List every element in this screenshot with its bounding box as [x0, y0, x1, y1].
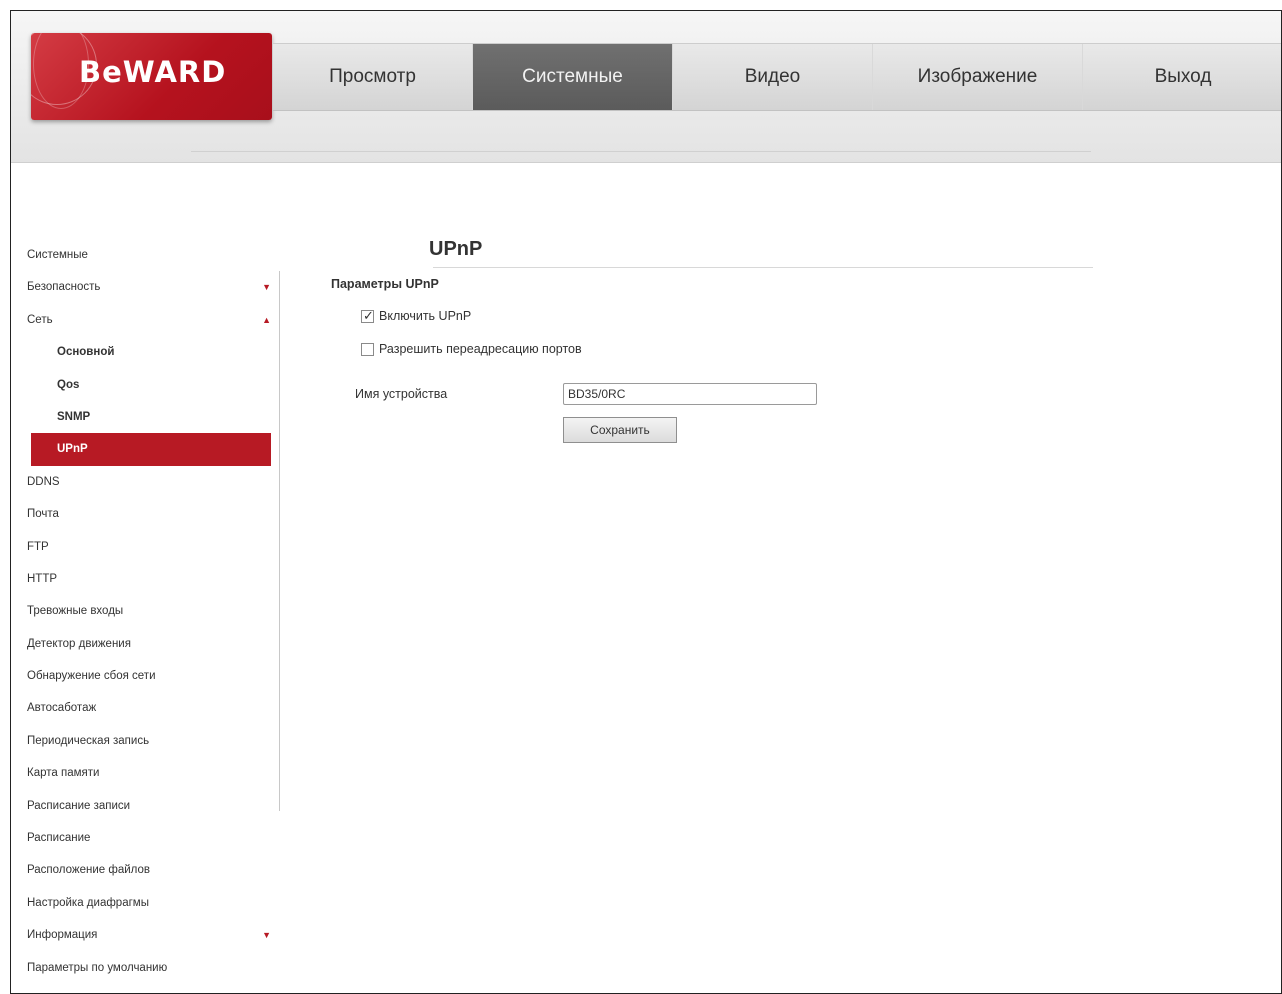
sidebar-item-label: FTP [27, 540, 49, 553]
beward-logo[interactable]: BeWARD [31, 33, 272, 120]
sidebar-item-memory-card[interactable]: Карта памяти [11, 757, 281, 789]
sidebar-item-schedule[interactable]: Расписание [11, 822, 281, 854]
sidebar-item-label: Расположение файлов [27, 864, 150, 877]
sidebar-item-label: UPnP [57, 443, 88, 456]
sidebar-item-label: SNMP [57, 410, 91, 423]
top-nav: Просмотр Системные Видео Изображение Вых… [273, 43, 1281, 111]
tab-system[interactable]: Системные [473, 44, 673, 110]
sidebar-item-label: Системные [27, 249, 88, 261]
sidebar-item-network-failure[interactable]: Обнаружение сбоя сети [11, 660, 281, 692]
logo-text: BeWARD [79, 55, 227, 89]
header: BeWARD Просмотр Системные Видео Изображе… [11, 11, 1281, 163]
sidebar-item-label: DDNS [27, 475, 60, 488]
enable-upnp-row: ✓ Включить UPnP [361, 307, 472, 323]
sidebar-item-defaults[interactable]: Параметры по умолчанию [11, 952, 281, 984]
sidebar-item-ddns[interactable]: DDNS [11, 466, 281, 498]
sidebar-item-label: Qos [57, 378, 80, 391]
sidebar-item-label: HTTP [27, 572, 58, 585]
sidebar-item-label: Обнаружение сбоя сети [27, 670, 156, 683]
sidebar-item-label: Расписание записи [27, 799, 131, 812]
device-name-input[interactable] [563, 383, 817, 405]
section-heading: Параметры UPnP [331, 277, 439, 291]
sidebar-item-qos[interactable]: Qos [11, 369, 281, 401]
chevron-up-icon[interactable]: ▲ [262, 304, 271, 336]
sidebar-item-label: Периодическая запись [27, 734, 150, 747]
sidebar-item-network[interactable]: Сеть ▲ [11, 304, 281, 336]
chevron-down-icon[interactable]: ▼ [262, 919, 271, 951]
sidebar-item-motion-detector[interactable]: Детектор движения [11, 628, 281, 660]
sidebar-item-label: Почта [27, 508, 59, 521]
sidebar-item-http[interactable]: HTTP [11, 563, 281, 595]
sidebar-item-system[interactable]: Системные [11, 239, 281, 271]
sidebar-item-iris-settings[interactable]: Настройка диафрагмы [11, 887, 281, 919]
sidebar-item-recording-schedule[interactable]: Расписание записи [11, 790, 281, 822]
sidebar-menu: Системные Безопасность ▼ Сеть ▲ Основной Q… [11, 239, 281, 984]
sidebar-item-snmp[interactable]: SNMP [11, 401, 281, 433]
sidebar-item-label: Сеть [27, 313, 53, 326]
sidebar-item-network-basic[interactable]: Основной [11, 336, 281, 368]
sidebar-item-periodic-recording[interactable]: Периодическая запись [11, 725, 281, 757]
sidebar-item-upnp[interactable]: UPnP [31, 433, 271, 466]
sidebar-item-security[interactable]: Безопасность ▼ [11, 271, 281, 303]
sidebar-item-label: Настройка диафрагмы [27, 896, 149, 909]
sidebar-item-label: Тревожные входы [27, 605, 124, 618]
sidebar-item-information[interactable]: Информация ▼ [11, 919, 281, 951]
title-divider [433, 267, 1093, 268]
tab-image[interactable]: Изображение [873, 44, 1083, 110]
save-button[interactable]: Сохранить [563, 417, 677, 443]
sidebar-item-label: Карта памяти [27, 767, 100, 780]
sidebar-item-label: Автосаботаж [27, 702, 97, 715]
device-name-label: Имя устройства [355, 387, 448, 401]
port-forwarding-checkbox[interactable] [361, 342, 374, 356]
sidebar-item-ftp[interactable]: FTP [11, 531, 281, 563]
tab-logout[interactable]: Выход [1083, 44, 1281, 110]
sidebar-item-label: Детектор движения [27, 637, 131, 650]
port-forwarding-row: Разрешить переадресацию портов [361, 342, 582, 356]
sidebar-item-file-location[interactable]: Расположение файлов [11, 854, 281, 886]
sidebar-item-tamper[interactable]: Автосаботаж [11, 692, 281, 724]
enable-upnp-checkbox[interactable]: ✓ [361, 307, 374, 323]
header-divider [191, 151, 1091, 152]
tab-video[interactable]: Видео [673, 44, 873, 110]
sidebar-item-label: Безопасность [27, 281, 101, 294]
sidebar-item-alarm-inputs[interactable]: Тревожные входы [11, 595, 281, 627]
sidebar-item-label: Информация [27, 929, 98, 942]
enable-upnp-label: Включить UPnP [379, 309, 472, 323]
sidebar-item-mail[interactable]: Почта [11, 498, 281, 530]
sidebar-item-label: Параметры по умолчанию [27, 961, 168, 974]
sidebar-item-label: Основной [57, 346, 115, 359]
chevron-down-icon[interactable]: ▼ [262, 271, 271, 303]
browser-frame: BeWARD Просмотр Системные Видео Изображе… [10, 10, 1282, 994]
checkmark-icon: ✓ [363, 307, 374, 323]
port-forwarding-label: Разрешить переадресацию портов [379, 342, 582, 356]
sidebar-item-label: Расписание [27, 832, 91, 845]
tab-view[interactable]: Просмотр [273, 44, 473, 110]
page-title: UPnP [429, 238, 483, 260]
